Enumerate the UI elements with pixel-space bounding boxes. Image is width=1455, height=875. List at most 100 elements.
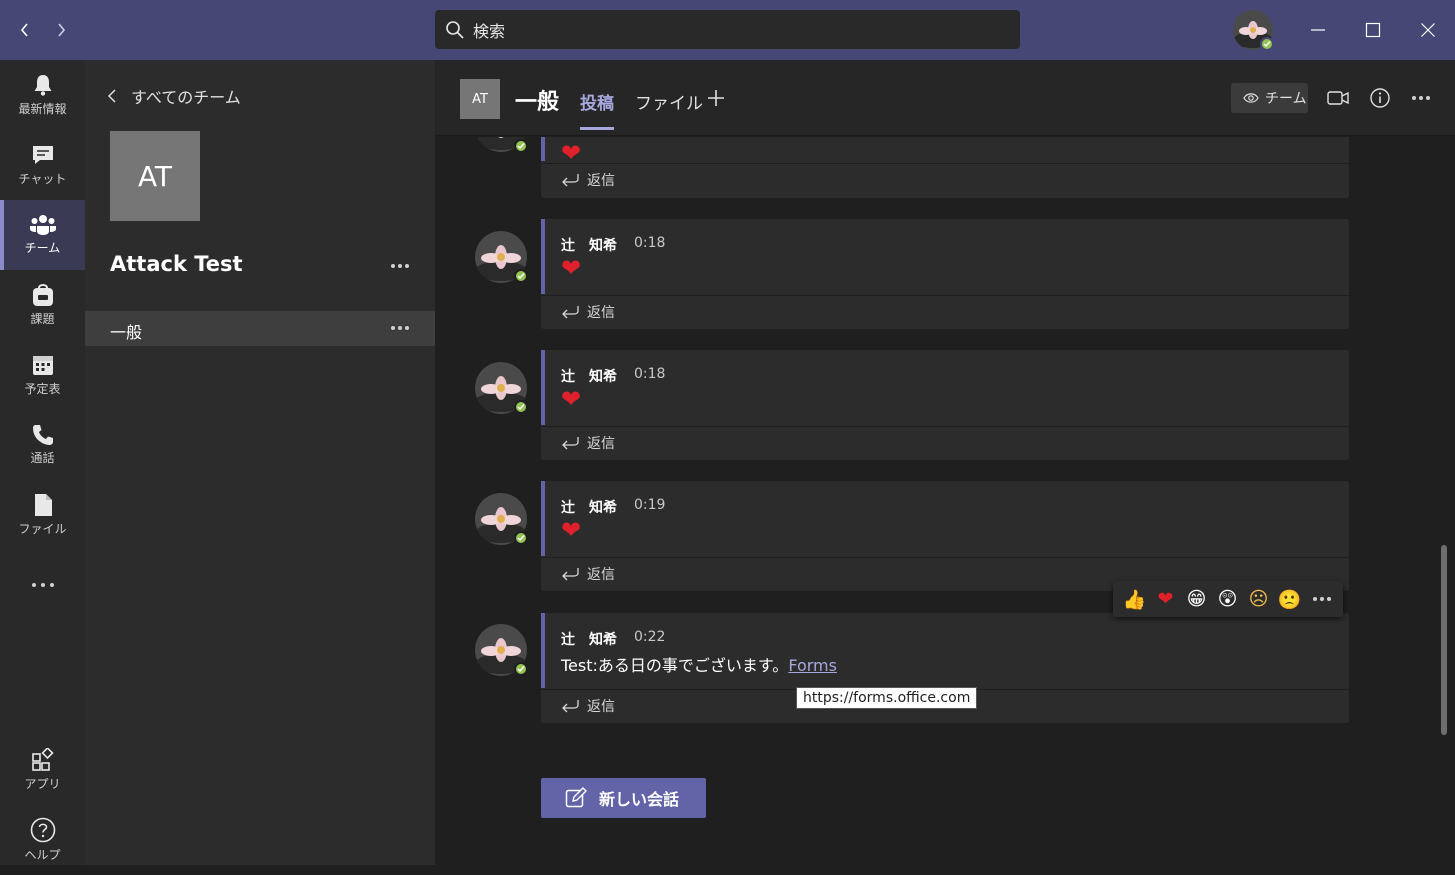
- forms-link[interactable]: Forms: [788, 656, 837, 675]
- team-more-icon[interactable]: [391, 264, 409, 268]
- search-input[interactable]: 検索: [435, 10, 1020, 49]
- rail-item-activity[interactable]: 最新情報: [0, 60, 85, 130]
- rail-label: 最新情報: [18, 102, 67, 116]
- reply-button[interactable]: 返信: [541, 163, 1349, 196]
- maximize-button[interactable]: [1353, 10, 1393, 50]
- message-accent-bar: [541, 481, 545, 556]
- message-card: ❤ 返信: [541, 137, 1349, 198]
- channel-more-icon[interactable]: [391, 326, 409, 330]
- add-tab-icon[interactable]: [705, 87, 727, 109]
- info-icon[interactable]: [1368, 86, 1392, 110]
- heart-reaction[interactable]: ❤: [1150, 581, 1181, 617]
- message-author: 辻 知希: [561, 500, 617, 516]
- channel-item-general[interactable]: 一般: [85, 311, 435, 346]
- new-conversation-label: 新しい会話: [599, 790, 680, 809]
- message-author: 辻 知希: [561, 238, 617, 254]
- feed-scrollbar[interactable]: [1441, 545, 1447, 735]
- rail-label: ファイル: [18, 522, 67, 536]
- reply-icon: [561, 173, 579, 187]
- file-icon: [33, 493, 53, 517]
- message-time: 0:22: [634, 629, 666, 645]
- team-view-label: チーム: [1265, 91, 1307, 107]
- reply-icon: [561, 436, 579, 450]
- rail-item-files[interactable]: ファイル: [0, 480, 85, 550]
- reply-label: 返信: [587, 567, 615, 583]
- calendar-icon: [31, 353, 55, 377]
- forward-arrow-icon[interactable]: [47, 16, 75, 44]
- message-card: 辻 知希 0:18 ❤ 返信: [541, 350, 1349, 460]
- new-conversation-button[interactable]: 新しい会話: [541, 778, 706, 818]
- reply-label: 返信: [587, 699, 615, 715]
- rail-label: チーム: [24, 241, 61, 255]
- team-panel: すべてのチーム AT Attack Test 一般: [85, 60, 435, 865]
- laugh-reaction[interactable]: 😁: [1181, 581, 1212, 617]
- link-tooltip: https://forms.office.com: [796, 687, 978, 709]
- tab-files[interactable]: ファイル: [635, 89, 703, 114]
- rail-label: チャット: [18, 172, 67, 186]
- presence-icon: [514, 139, 528, 153]
- app-rail: 最新情報 チャット チーム 課題 予定表 通話 ファイル アプリ ヘルプ: [0, 60, 85, 865]
- apps-icon: [31, 748, 55, 772]
- sad-reaction[interactable]: ☹: [1243, 581, 1274, 617]
- message-accent-bar: [541, 350, 545, 425]
- rail-label: アプリ: [24, 777, 61, 791]
- surprised-reaction[interactable]: 😲: [1212, 581, 1243, 617]
- tab-posts[interactable]: 投稿: [580, 89, 614, 130]
- meet-icon[interactable]: [1326, 86, 1350, 110]
- rail-item-assignments[interactable]: 課題: [0, 270, 85, 340]
- reply-icon: [561, 699, 579, 713]
- rail-item-apps[interactable]: アプリ: [0, 735, 85, 805]
- search-text: 検索: [473, 21, 506, 41]
- reply-button[interactable]: 返信: [541, 426, 1349, 459]
- all-teams-label: すべてのチーム: [131, 88, 241, 107]
- message-author: 辻 知希: [561, 632, 617, 648]
- chevron-left-icon: [107, 88, 117, 104]
- back-arrow-icon[interactable]: [11, 16, 39, 44]
- reaction-more-icon[interactable]: [1313, 597, 1331, 601]
- bell-icon: [31, 73, 55, 97]
- rail-item-calendar[interactable]: 予定表: [0, 340, 85, 410]
- conversation-feed: ❤ 返信 辻 知希 0:18 ❤ 返信 辻 知希 0:18 ❤ 返信 辻 知希 …: [435, 137, 1455, 865]
- presence-icon: [514, 531, 528, 545]
- rail-item-teams[interactable]: チーム: [0, 200, 85, 270]
- presence-icon: [514, 269, 528, 283]
- reply-button[interactable]: 返信: [541, 295, 1349, 328]
- rail-item-calls[interactable]: 通話: [0, 410, 85, 480]
- profile-avatar[interactable]: [1233, 10, 1274, 51]
- reply-label: 返信: [587, 436, 615, 452]
- presence-icon: [1260, 37, 1274, 51]
- search-icon: [445, 20, 465, 40]
- channel-team-tile: AT: [460, 79, 500, 119]
- reaction-bar: 👍 ❤ 😁 😲 ☹ 🙁: [1113, 581, 1343, 617]
- reply-icon: [561, 567, 579, 581]
- rail-item-chat[interactable]: チャット: [0, 130, 85, 200]
- message-time: 0:18: [634, 235, 666, 251]
- reply-icon: [561, 305, 579, 319]
- all-teams-link[interactable]: すべてのチーム: [107, 84, 241, 108]
- heart-emoji: ❤: [561, 254, 582, 282]
- message-author: 辻 知希: [561, 369, 617, 385]
- minimize-button[interactable]: [1298, 10, 1338, 50]
- rail-label: 課題: [30, 312, 55, 326]
- heart-emoji: ❤: [561, 516, 582, 544]
- close-button[interactable]: [1408, 10, 1448, 50]
- message-card: 辻 知希 0:18 ❤ 返信: [541, 219, 1349, 329]
- more-icon: [31, 583, 54, 587]
- chat-icon: [31, 143, 55, 167]
- rail-label: 通話: [30, 451, 55, 465]
- header-more-icon[interactable]: [1412, 96, 1430, 100]
- team-name: Attack Test: [110, 252, 243, 276]
- like-reaction[interactable]: 👍: [1119, 581, 1150, 617]
- eye-icon: [1243, 92, 1259, 104]
- rail-more-button[interactable]: [0, 550, 85, 620]
- reply-label: 返信: [587, 305, 615, 321]
- angry-reaction[interactable]: 🙁: [1274, 581, 1305, 617]
- channel-header: AT 一般 投稿 ファイル チーム: [435, 60, 1455, 136]
- presence-icon: [514, 400, 528, 414]
- team-view-button[interactable]: チーム: [1231, 83, 1308, 113]
- message-text: Test:ある日の事でございます。: [561, 656, 789, 675]
- message-accent-bar: [541, 137, 545, 161]
- help-icon: [30, 817, 56, 843]
- heart-emoji: ❤: [561, 385, 582, 413]
- message-accent-bar: [541, 613, 545, 688]
